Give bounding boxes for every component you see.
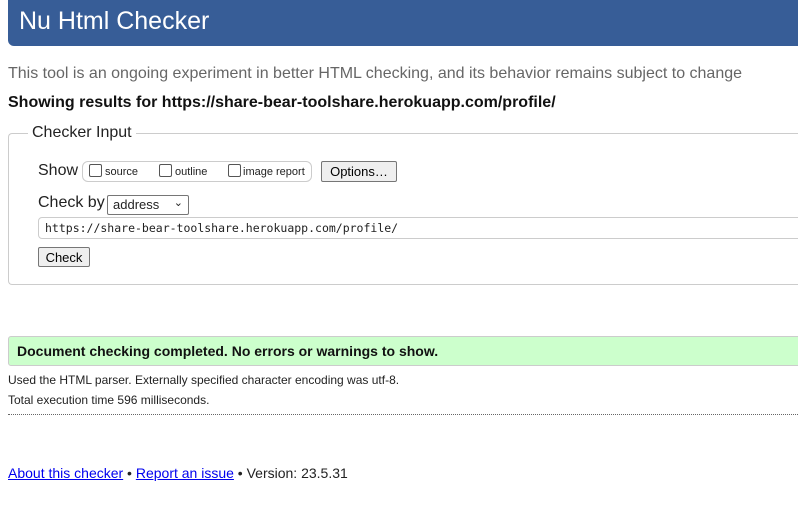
check-by-value: address: [113, 197, 160, 212]
version-text: • Version: 23.5.31: [233, 465, 348, 481]
success-message-box: Document checking completed. No errors o…: [8, 336, 798, 366]
success-message: Document checking completed. No errors o…: [17, 343, 439, 359]
outline-label[interactable]: outline: [175, 166, 207, 178]
image-report-label[interactable]: image report: [243, 166, 305, 178]
checker-input-legend: Checker Input: [28, 124, 136, 142]
image-report-checkbox[interactable]: [228, 164, 241, 177]
about-link[interactable]: About this checker: [8, 465, 123, 481]
url-value: https://share-bear-toolshare.herokuapp.c…: [45, 221, 399, 235]
check-by-select[interactable]: address ⌄: [107, 195, 189, 215]
chevron-down-icon: ⌄: [173, 197, 183, 209]
options-button[interactable]: Options…: [321, 161, 397, 182]
results-for-heading: Showing results for https://share-bear-t…: [8, 94, 556, 111]
source-label[interactable]: source: [105, 166, 138, 178]
show-options-group: source outline image report: [82, 161, 312, 182]
show-label: Show: [38, 162, 79, 179]
outline-checkbox[interactable]: [159, 164, 172, 177]
check-button[interactable]: Check: [38, 247, 90, 267]
footer-separator: •: [123, 465, 136, 481]
parser-info: Used the HTML parser. Externally specifi…: [8, 373, 400, 387]
header-banner: Nu Html Checker: [8, 0, 798, 46]
divider: [8, 414, 798, 415]
footer: About this checker • Report an issue • V…: [8, 465, 348, 481]
check-by-label: Check by: [38, 194, 105, 211]
source-checkbox[interactable]: [89, 164, 102, 177]
report-issue-link[interactable]: Report an issue: [136, 465, 234, 481]
page-title: Nu Html Checker: [19, 7, 210, 35]
subtitle: This tool is an ongoing experiment in be…: [8, 65, 743, 82]
execution-time: Total execution time 596 milliseconds.: [8, 393, 210, 407]
url-input[interactable]: https://share-bear-toolshare.herokuapp.c…: [38, 217, 798, 239]
